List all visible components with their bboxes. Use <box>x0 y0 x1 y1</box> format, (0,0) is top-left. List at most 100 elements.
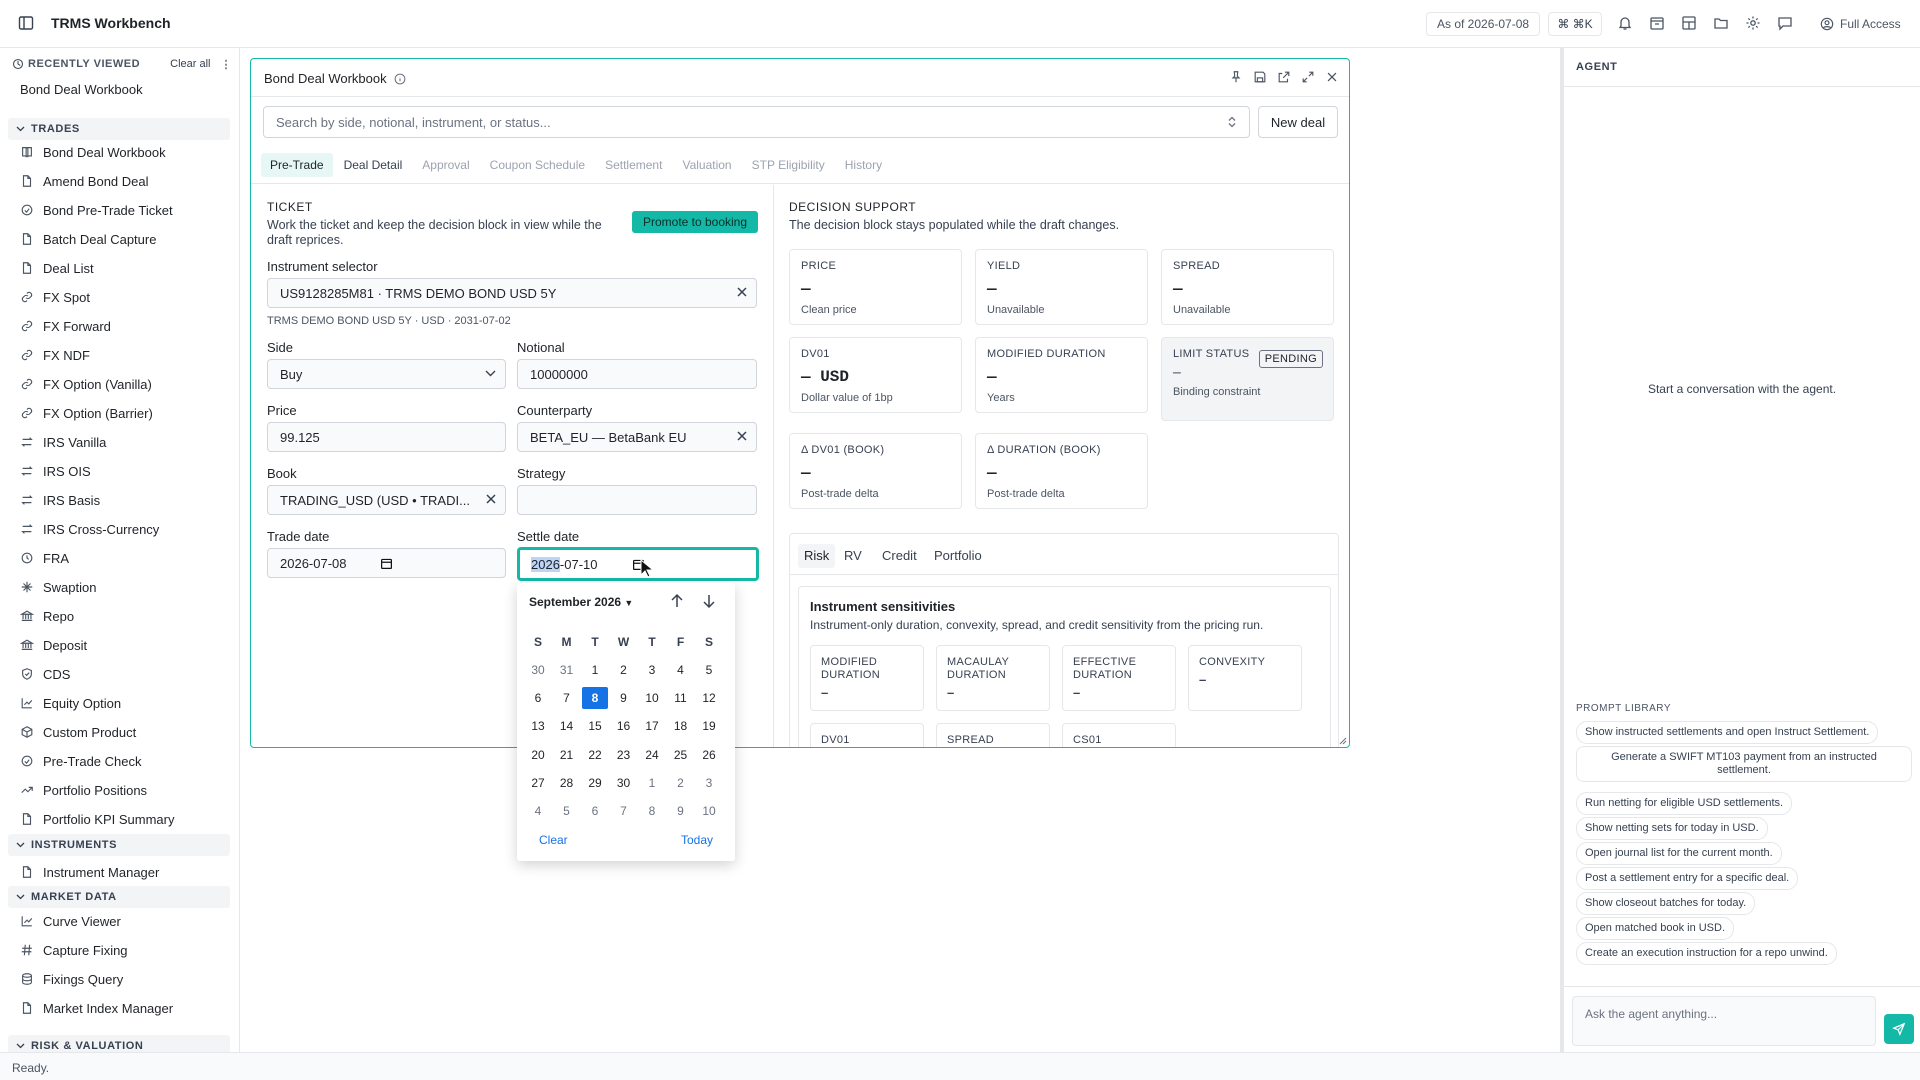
instrument-selector-input[interactable]: US9128285M81 · TRMS DEMO BOND USD 5Y <box>267 278 757 308</box>
sidebar-toggle-icon[interactable] <box>18 15 34 31</box>
sidebar-item-pre-trade-check[interactable]: Pre-Trade Check <box>20 750 142 772</box>
external-link-icon[interactable] <box>1277 70 1291 84</box>
bell-icon[interactable] <box>1617 15 1633 31</box>
section-trades[interactable]: TRADES <box>8 118 230 140</box>
sidebar-item-equity-option[interactable]: Equity Option <box>20 692 121 714</box>
calendar-day[interactable]: 25 <box>668 744 694 766</box>
section-market-data[interactable]: MARKET DATA <box>8 886 230 908</box>
book-input[interactable]: TRADING_USD (USD • TRADI... <box>267 485 506 515</box>
calendar-day[interactable]: 10 <box>639 687 665 709</box>
calendar-day[interactable]: 4 <box>525 800 551 822</box>
calendar-day[interactable]: 6 <box>582 800 608 822</box>
calendar-day[interactable]: 17 <box>639 715 665 737</box>
tab-valuation[interactable]: Valuation <box>673 153 740 177</box>
settle-year-segment[interactable]: 2026 <box>531 557 560 572</box>
side-select[interactable]: Buy <box>267 359 506 389</box>
prompt-suggestion[interactable]: Show netting sets for today in USD. <box>1576 817 1768 840</box>
sidebar-item-irs-ois[interactable]: IRS OIS <box>20 460 91 482</box>
tab-coupon-schedule[interactable]: Coupon Schedule <box>481 153 594 177</box>
sidebar-item-repo[interactable]: Repo <box>20 605 74 627</box>
section-risk-valuation[interactable]: RISK & VALUATION <box>8 1035 230 1052</box>
arrow-up-icon[interactable] <box>670 593 684 609</box>
calendar-day[interactable]: 2 <box>668 772 694 794</box>
calendar-day[interactable]: 8 <box>639 800 665 822</box>
sidebar-item-irs-cross-currency[interactable]: IRS Cross-Currency <box>20 518 159 540</box>
calendar-day[interactable]: 28 <box>554 772 580 794</box>
sidebar-item-fx-option-vanilla[interactable]: FX Option (Vanilla) <box>20 373 152 395</box>
calendar-icon[interactable] <box>380 557 393 570</box>
clear-instrument-icon[interactable] <box>737 287 747 297</box>
subtab-credit[interactable]: Credit <box>876 544 923 568</box>
sidebar-item-deposit[interactable]: Deposit <box>20 634 87 656</box>
sidebar-item-irs-vanilla[interactable]: IRS Vanilla <box>20 431 106 453</box>
price-input[interactable]: 99.125 <box>267 422 506 452</box>
calendar-day[interactable]: 7 <box>611 800 637 822</box>
calendar-day[interactable]: 30 <box>611 772 637 794</box>
prompt-suggestion[interactable]: Post a settlement entry for a specific d… <box>1576 867 1799 890</box>
clear-counterparty-icon[interactable] <box>737 431 747 441</box>
recent-item[interactable]: Bond Deal Workbook <box>20 82 143 97</box>
calendar-day[interactable]: 30 <box>525 659 551 681</box>
calendar-day[interactable]: 5 <box>554 800 580 822</box>
calendar-day[interactable]: 13 <box>525 715 551 737</box>
prompt-suggestion[interactable]: Show instructed settlements and open Ins… <box>1576 721 1879 744</box>
calendar-day[interactable]: 21 <box>554 744 580 766</box>
access-menu[interactable]: Full Access <box>1820 12 1901 36</box>
prompt-suggestion[interactable]: Create an execution instruction for a re… <box>1576 942 1837 965</box>
tab-stp-eligibility[interactable]: STP Eligibility <box>743 153 834 177</box>
more-vertical-icon[interactable]: ⋮ <box>221 58 233 71</box>
folder-icon[interactable] <box>1713 15 1729 31</box>
calendar-day[interactable]: 5 <box>696 659 722 681</box>
tab-settlement[interactable]: Settlement <box>596 153 671 177</box>
calendar-day[interactable]: 9 <box>668 800 694 822</box>
sidebar-item-bond-pre-trade-ticket[interactable]: Bond Pre-Trade Ticket <box>20 199 173 221</box>
sidebar-item-portfolio-kpi-summary[interactable]: Portfolio KPI Summary <box>20 808 175 830</box>
save-icon[interactable] <box>1253 70 1267 84</box>
calendar-day[interactable]: 11 <box>668 687 694 709</box>
deal-search-input[interactable]: Search by side, notional, instrument, or… <box>263 106 1250 138</box>
sidebar-item-batch-deal-capture[interactable]: Batch Deal Capture <box>20 228 156 250</box>
strategy-input[interactable] <box>517 485 757 515</box>
command-palette-button[interactable]: ⌘ ⌘K <box>1548 12 1602 36</box>
subtab-risk[interactable]: Risk <box>798 544 836 568</box>
calendar-day[interactable]: 29 <box>582 772 608 794</box>
prompt-suggestion[interactable]: Open matched book in USD. <box>1576 917 1735 940</box>
calendar-day[interactable]: 20 <box>525 744 551 766</box>
section-instruments[interactable]: INSTRUMENTS <box>8 834 230 856</box>
sidebar-item-amend-bond-deal[interactable]: Amend Bond Deal <box>20 170 149 192</box>
settle-date-input[interactable]: 2026-07-10 <box>517 547 759 581</box>
calendar-day[interactable]: 18 <box>668 715 694 737</box>
clear-book-icon[interactable] <box>486 494 496 504</box>
calendar-day[interactable]: 31 <box>554 659 580 681</box>
calendar-day[interactable]: 1 <box>582 659 608 681</box>
settle-rest-segment[interactable]: -07-10 <box>560 557 598 572</box>
info-icon[interactable] <box>394 73 406 85</box>
trade-date-input[interactable]: 2026-07-08 <box>267 548 506 578</box>
tab-history[interactable]: History <box>836 153 891 177</box>
notional-input[interactable]: 10000000 <box>517 359 757 389</box>
calendar-day[interactable]: 1 <box>639 772 665 794</box>
sidebar-item-fra[interactable]: FRA <box>20 547 69 569</box>
agent-message-input[interactable]: Ask the agent anything... <box>1572 996 1876 1046</box>
layout-icon[interactable] <box>1681 15 1697 31</box>
sidebar-item-irs-basis[interactable]: IRS Basis <box>20 489 100 511</box>
calendar-day[interactable]: 3 <box>696 772 722 794</box>
sidebar-item-custom-product[interactable]: Custom Product <box>20 721 136 743</box>
subtab-portfolio[interactable]: Portfolio <box>928 544 988 568</box>
prompt-suggestion[interactable]: Generate a SWIFT MT103 payment from an i… <box>1576 746 1912 782</box>
calendar-day[interactable]: 8 <box>582 687 608 710</box>
gear-icon[interactable] <box>1745 15 1761 31</box>
calendar-day[interactable]: 12 <box>696 687 722 709</box>
sidebar-item-fx-ndf[interactable]: FX NDF <box>20 344 90 366</box>
sidebar-item-swaption[interactable]: Swaption <box>20 576 96 598</box>
sidebar-item-market-index-manager[interactable]: Market Index Manager <box>20 997 173 1019</box>
calendar-day[interactable]: 22 <box>582 744 608 766</box>
calendar-day[interactable]: 14 <box>554 715 580 737</box>
sidebar-item-bond-deal-workbook[interactable]: Bond Deal Workbook <box>20 141 166 163</box>
subtab-rv[interactable]: RV <box>838 544 868 568</box>
promote-to-booking-button[interactable]: Promote to booking <box>632 211 758 233</box>
tab-approval[interactable]: Approval <box>413 153 478 177</box>
tab-pre-trade[interactable]: Pre-Trade <box>261 153 333 177</box>
calendar-day[interactable]: 2 <box>611 659 637 681</box>
calendar-day[interactable]: 23 <box>611 744 637 766</box>
